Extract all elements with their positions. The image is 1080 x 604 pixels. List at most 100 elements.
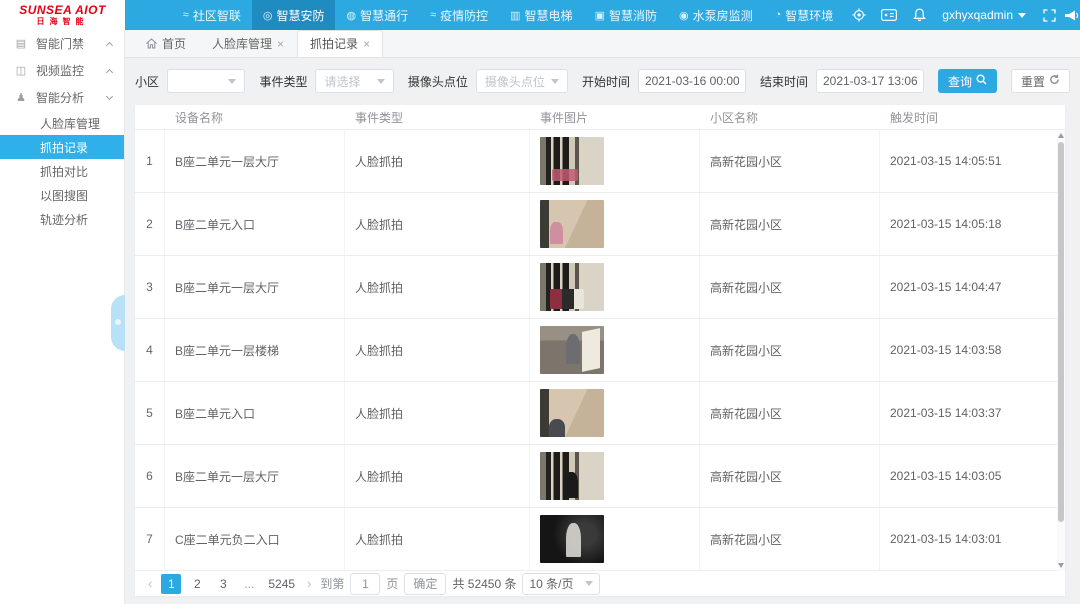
nav-item-smart-security[interactable]: ◎ 智慧安防 [252, 0, 336, 30]
id-card-icon[interactable] [874, 0, 904, 30]
table-header: 设备名称 事件类型 事件图片 小区名称 触发时间 [135, 105, 1065, 130]
settings-gear-icon[interactable] [844, 0, 874, 30]
end-time-label: 结束时间 [760, 73, 808, 90]
nav-item-smart-access[interactable]: ◍ 智慧通行 [335, 0, 419, 30]
fire-icon: ▣ [595, 9, 605, 22]
chevron-down-icon [377, 79, 385, 84]
security-icon: ◎ [263, 9, 273, 22]
pagination-bar: ‹ 1 2 3 ... 5245 › 到第 页 确定 共 52450 条 10 … [135, 571, 1065, 596]
user-menu[interactable]: gxhyxqadmin [934, 8, 1034, 22]
door-access-icon: ▤ [14, 37, 28, 50]
page-size-select[interactable]: 10 条/页 [522, 573, 599, 595]
event-snapshot-thumbnail[interactable] [540, 137, 604, 185]
event-snapshot-thumbnail[interactable] [540, 263, 604, 311]
start-time-input[interactable] [638, 69, 746, 93]
event-type-filter-label: 事件类型 [259, 73, 307, 90]
event-snapshot-thumbnail[interactable] [540, 389, 604, 437]
app-header: SUNSEA AIOT 日海智能 ≈ 社区智联 ◎ 智慧安防 ◍ 智慧通行 ≈ … [0, 0, 1080, 30]
table-scrollbar[interactable] [1057, 130, 1065, 571]
pump-icon: ◉ [679, 9, 689, 22]
page-ellipsis: ... [239, 574, 259, 594]
close-icon[interactable]: × [363, 39, 370, 49]
goto-confirm-button[interactable]: 确定 [404, 573, 446, 595]
brand-name-en: SUNSEA AIOT [19, 4, 106, 17]
sidebar: ▤ 智能门禁 ◫ 视频监控 ♟ 智能分析 人脸库管理 抓拍记录 抓拍对比 以图搜… [0, 30, 125, 604]
person-analysis-icon: ♟ [14, 91, 28, 104]
elevator-icon: ▥ [510, 9, 520, 22]
col-index [135, 105, 165, 129]
sidebar-item-image-search[interactable]: 以图搜图 [0, 183, 124, 207]
header-actions: gxhyxqadmin [844, 0, 1080, 30]
scroll-down-arrow-icon[interactable] [1058, 563, 1064, 568]
sidebar-item-face-library[interactable]: 人脸库管理 [0, 111, 124, 135]
top-nav: ≈ 社区智联 ◎ 智慧安防 ◍ 智慧通行 ≈ 疫情防控 ▥ 智慧电梯 ▣ 智慧消… [172, 0, 845, 30]
sidebar-item-capture-records[interactable]: 抓拍记录 [0, 135, 124, 159]
camera-select[interactable]: 摄像头点位 [476, 69, 568, 93]
table-row: 3 B座二单元一层大厅 人脸抓拍 高新花园小区 2021-03-15 14:04… [135, 256, 1065, 319]
goto-page-label: 到第 [320, 575, 344, 592]
col-event-type: 事件类型 [345, 105, 530, 129]
nav-item-smart-environment[interactable]: ◔ 智慧环境 [764, 0, 845, 30]
reset-icon [1049, 74, 1060, 88]
tab-capture-records[interactable]: 抓拍记录 × [297, 30, 383, 57]
prev-page-button[interactable]: ‹ [145, 576, 155, 591]
search-button[interactable]: 查询 [938, 69, 997, 93]
sidebar-item-video-monitor[interactable]: ◫ 视频监控 [0, 57, 124, 84]
chevron-down-icon [551, 79, 559, 84]
home-icon [146, 38, 157, 49]
table-row: 6 B座二单元一层大厅 人脸抓拍 高新花园小区 2021-03-15 14:03… [135, 445, 1065, 508]
fullscreen-icon[interactable] [1034, 0, 1064, 30]
col-community-name: 小区名称 [700, 105, 880, 129]
chevron-down-icon [106, 93, 113, 100]
event-snapshot-thumbnail[interactable] [540, 452, 604, 500]
page-button-3[interactable]: 3 [213, 574, 233, 594]
table-row: 1 B座二单元一层大厅 人脸抓拍 高新花园小区 2021-03-15 14:05… [135, 130, 1065, 193]
sidebar-item-capture-compare[interactable]: 抓拍对比 [0, 159, 124, 183]
nav-item-smart-elevator[interactable]: ▥ 智慧电梯 [499, 0, 583, 30]
nav-item-epidemic-control[interactable]: ≈ 疫情防控 [419, 0, 499, 30]
announcement-megaphone-icon[interactable] [1064, 0, 1080, 30]
app-window: SUNSEA AIOT 日海智能 ≈ 社区智联 ◎ 智慧安防 ◍ 智慧通行 ≈ … [0, 0, 1080, 604]
end-time-input[interactable] [816, 69, 924, 93]
username: gxhyxqadmin [942, 8, 1013, 22]
close-icon[interactable]: × [277, 39, 284, 49]
nav-label: 社区智联 [193, 7, 241, 24]
event-snapshot-thumbnail[interactable] [540, 515, 604, 563]
event-snapshot-thumbnail[interactable] [540, 326, 604, 374]
access-icon: ◍ [346, 9, 356, 22]
sidebar-collapse-handle[interactable] [111, 295, 125, 351]
scrollbar-thumb[interactable] [1058, 142, 1064, 522]
page-button-1[interactable]: 1 [161, 574, 181, 594]
reset-button[interactable]: 重置 [1011, 69, 1070, 93]
community-select[interactable] [167, 69, 245, 93]
nav-label: 智慧安防 [276, 7, 324, 24]
table-row: 7 C座二单元负二入口 人脸抓拍 高新花园小区 2021-03-15 14:03… [135, 508, 1065, 571]
nav-item-community-link[interactable]: ≈ 社区智联 [172, 0, 252, 30]
total-count-label: 共 52450 条 [452, 575, 516, 592]
sidebar-item-smart-analysis[interactable]: ♟ 智能分析 [0, 84, 124, 111]
sidebar-item-door-access[interactable]: ▤ 智能门禁 [0, 30, 124, 57]
search-icon [976, 74, 987, 88]
event-type-select[interactable]: 请选择 [315, 69, 393, 93]
nav-label: 水泵房监测 [693, 7, 753, 24]
goto-page-input[interactable] [350, 573, 380, 595]
page-button-2[interactable]: 2 [187, 574, 207, 594]
main-content: 首页 人脸库管理 × 抓拍记录 × 小区 事件类型 请选择 摄像头点 [125, 30, 1080, 604]
tab-face-library[interactable]: 人脸库管理 × [199, 30, 297, 57]
page-button-last[interactable]: 5245 [265, 574, 298, 594]
sidebar-item-trajectory-analysis[interactable]: 轨迹分析 [0, 207, 124, 231]
event-snapshot-thumbnail[interactable] [540, 200, 604, 248]
nav-item-smart-fire[interactable]: ▣ 智慧消防 [584, 0, 668, 30]
chevron-down-icon [585, 581, 593, 586]
camera-filter-label: 摄像头点位 [408, 73, 468, 90]
scroll-up-arrow-icon[interactable] [1058, 133, 1064, 138]
next-page-button[interactable]: › [304, 576, 314, 591]
notifications-bell-icon[interactable] [904, 0, 934, 30]
environment-icon: ◔ [775, 9, 782, 21]
video-camera-icon: ◫ [14, 64, 28, 77]
nav-item-pump-room-monitor[interactable]: ◉ 水泵房监测 [668, 0, 764, 30]
chevron-up-icon [106, 41, 113, 48]
col-event-image: 事件图片 [530, 105, 700, 129]
nav-label: 智慧通行 [360, 7, 408, 24]
tab-home[interactable]: 首页 [133, 30, 199, 57]
